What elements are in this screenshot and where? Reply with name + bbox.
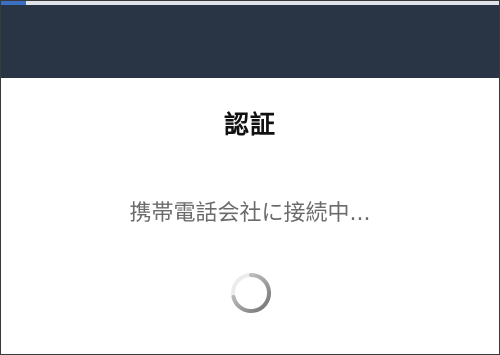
header-bar (1, 1, 499, 78)
top-progress-fill (1, 1, 26, 5)
page-title: 認証 (223, 110, 276, 139)
connection-status-text: 携帯電話会社に接続中... (129, 201, 371, 226)
auth-window: 認証 携帯電話会社に接続中... (0, 0, 500, 355)
top-progress-bar (1, 1, 499, 5)
loading-spinner-icon (228, 270, 274, 316)
